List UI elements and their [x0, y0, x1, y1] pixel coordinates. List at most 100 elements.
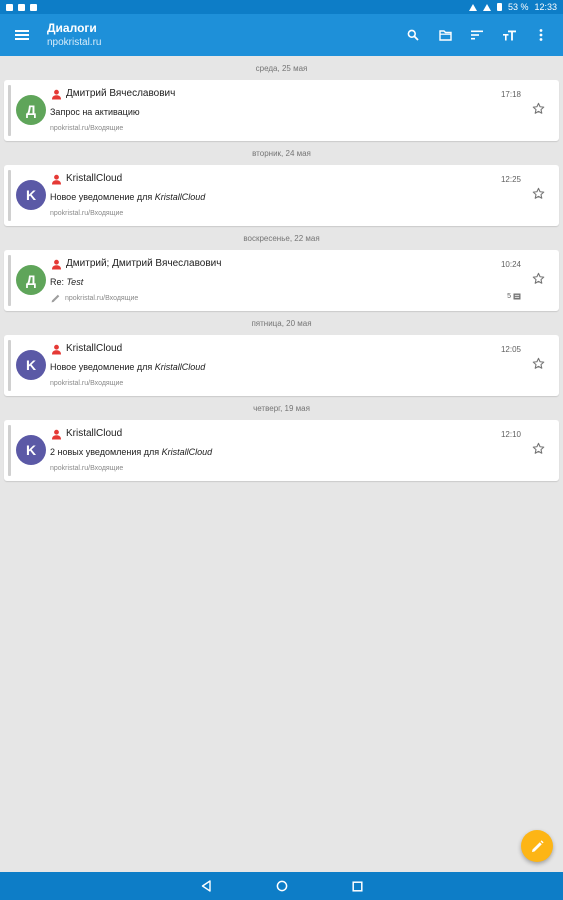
status-bar: 53 % 12:33	[0, 0, 563, 14]
recents-button[interactable]	[351, 879, 365, 893]
star-icon[interactable]	[532, 442, 545, 455]
overflow-menu-button[interactable]	[525, 14, 557, 56]
draft-pencil-icon	[51, 294, 60, 303]
thread-subject: Запрос на активацию	[50, 107, 140, 117]
thread-time: 12:05	[500, 345, 521, 354]
star-icon[interactable]	[532, 102, 545, 115]
notification-icons	[6, 3, 37, 11]
menu-icon	[15, 30, 29, 40]
person-icon	[52, 89, 61, 100]
app-bar: Диалоги npokristal.ru	[0, 14, 563, 56]
thread-subject-text: 2 новых уведомления для	[50, 447, 162, 457]
thread-folder: npokristal.ru/Входящие	[50, 210, 124, 217]
app-bar-titles: Диалоги npokristal.ru	[47, 21, 101, 49]
search-icon	[407, 29, 419, 41]
thread-subject-text: Re:	[50, 277, 67, 287]
date-separator: воскресенье, 22 мая	[243, 233, 320, 243]
person-icon	[52, 429, 61, 440]
app-bar-actions	[397, 14, 563, 56]
thread-folder: npokristal.ru/Входящие	[50, 380, 124, 387]
battery-percent: 53 %	[507, 2, 529, 12]
thread-accent-bar	[8, 425, 11, 476]
thread-sender: Дмитрий Вячеславович	[66, 88, 176, 99]
thread-subject-italic: KristallCloud	[154, 362, 206, 372]
page-title: Диалоги	[47, 21, 97, 35]
thread-folder: npokristal.ru/Входящие	[50, 465, 124, 472]
mail-notification-icon	[18, 3, 25, 11]
date-separator: среда, 25 мая	[255, 63, 308, 73]
message-count: 5	[507, 293, 521, 300]
system-nav-bar	[0, 872, 563, 900]
thread-folder: npokristal.ru/Входящие	[65, 295, 139, 302]
thread-list: среда, 25 мая Д Дмитрий Вячеславович 17:18 З…	[0, 56, 563, 481]
thread-accent-bar	[8, 255, 11, 306]
message-count-value: 5	[507, 293, 511, 300]
thread-subject-italic: Test	[66, 277, 84, 287]
thread-sender: KristallCloud	[66, 173, 123, 184]
thread-subject-text: Запрос на активацию	[50, 107, 140, 117]
thread-card[interactable]: K KristallCloud 12:25 Новое уведомление для…	[4, 165, 559, 226]
thread-subject-text: Новое уведомление для	[50, 192, 155, 202]
android-icon	[30, 3, 37, 11]
thread-sender: Дмитрий; Дмитрий Вячеславович	[66, 258, 222, 269]
thread-subject: 2 новых уведомления для KristallCloud	[50, 447, 212, 457]
thread-subject-italic: KristallCloud	[161, 447, 213, 457]
thread-folder: npokristal.ru/Входящие	[50, 125, 124, 132]
back-icon	[201, 880, 211, 892]
avatar[interactable]: K	[16, 180, 46, 210]
thread-time: 17:18	[500, 90, 521, 99]
thread-subject-text: Новое уведомление для	[50, 362, 155, 372]
date-separator: вторник, 24 мая	[252, 148, 311, 158]
thread-time: 12:25	[500, 175, 521, 184]
more-vert-icon	[539, 29, 543, 41]
download-icon	[6, 3, 13, 11]
compose-fab[interactable]	[521, 830, 553, 862]
date-separator: пятница, 20 мая	[251, 318, 312, 328]
thread-subject: Новое уведомление для KristallCloud	[50, 192, 205, 202]
thread-subject-italic: KristallCloud	[154, 192, 206, 202]
signal-icon	[482, 3, 491, 11]
thread-subject: Re: Test	[50, 277, 83, 287]
person-icon	[52, 174, 61, 185]
recents-icon	[352, 880, 363, 892]
folder-icon	[438, 29, 452, 41]
system-icons: 53 % 12:33	[468, 2, 557, 12]
home-button[interactable]	[275, 879, 289, 893]
avatar[interactable]: Д	[16, 265, 46, 295]
person-icon	[52, 344, 61, 355]
back-button[interactable]	[199, 879, 213, 893]
thread-subject: Новое уведомление для KristallCloud	[50, 362, 205, 372]
avatar[interactable]: Д	[16, 95, 46, 125]
text-size-icon	[502, 30, 516, 40]
search-button[interactable]	[397, 14, 429, 56]
thread-accent-bar	[8, 85, 11, 136]
sort-icon	[471, 30, 483, 40]
pencil-icon	[531, 839, 544, 852]
star-icon[interactable]	[532, 357, 545, 370]
menu-button[interactable]	[0, 14, 44, 56]
avatar[interactable]: K	[16, 350, 46, 380]
thread-sender: KristallCloud	[66, 343, 123, 354]
avatar[interactable]: K	[16, 435, 46, 465]
folder-button[interactable]	[429, 14, 461, 56]
date-separator: четверг, 19 мая	[253, 403, 310, 413]
thread-time: 12:10	[500, 430, 521, 439]
wifi-icon	[468, 3, 477, 11]
text-size-button[interactable]	[493, 14, 525, 56]
thread-card[interactable]: Д Дмитрий; Дмитрий Вячеславович 10:24 Re: T…	[4, 250, 559, 311]
home-icon	[276, 880, 287, 892]
account-subtitle: npokristal.ru	[47, 37, 102, 48]
messages-icon	[513, 293, 521, 300]
thread-card[interactable]: Д Дмитрий Вячеславович 17:18 Запрос на акти…	[4, 80, 559, 141]
thread-time: 10:24	[500, 260, 521, 269]
sort-button[interactable]	[461, 14, 493, 56]
thread-card[interactable]: K KristallCloud 12:10 2 новых уведомления д…	[4, 420, 559, 481]
star-icon[interactable]	[532, 272, 545, 285]
battery-icon	[496, 3, 502, 11]
person-icon	[52, 259, 61, 270]
star-icon[interactable]	[532, 187, 545, 200]
thread-accent-bar	[8, 170, 11, 221]
clock: 12:33	[534, 2, 557, 12]
thread-card[interactable]: K KristallCloud 12:05 Новое уведомление для…	[4, 335, 559, 396]
thread-accent-bar	[8, 340, 11, 391]
